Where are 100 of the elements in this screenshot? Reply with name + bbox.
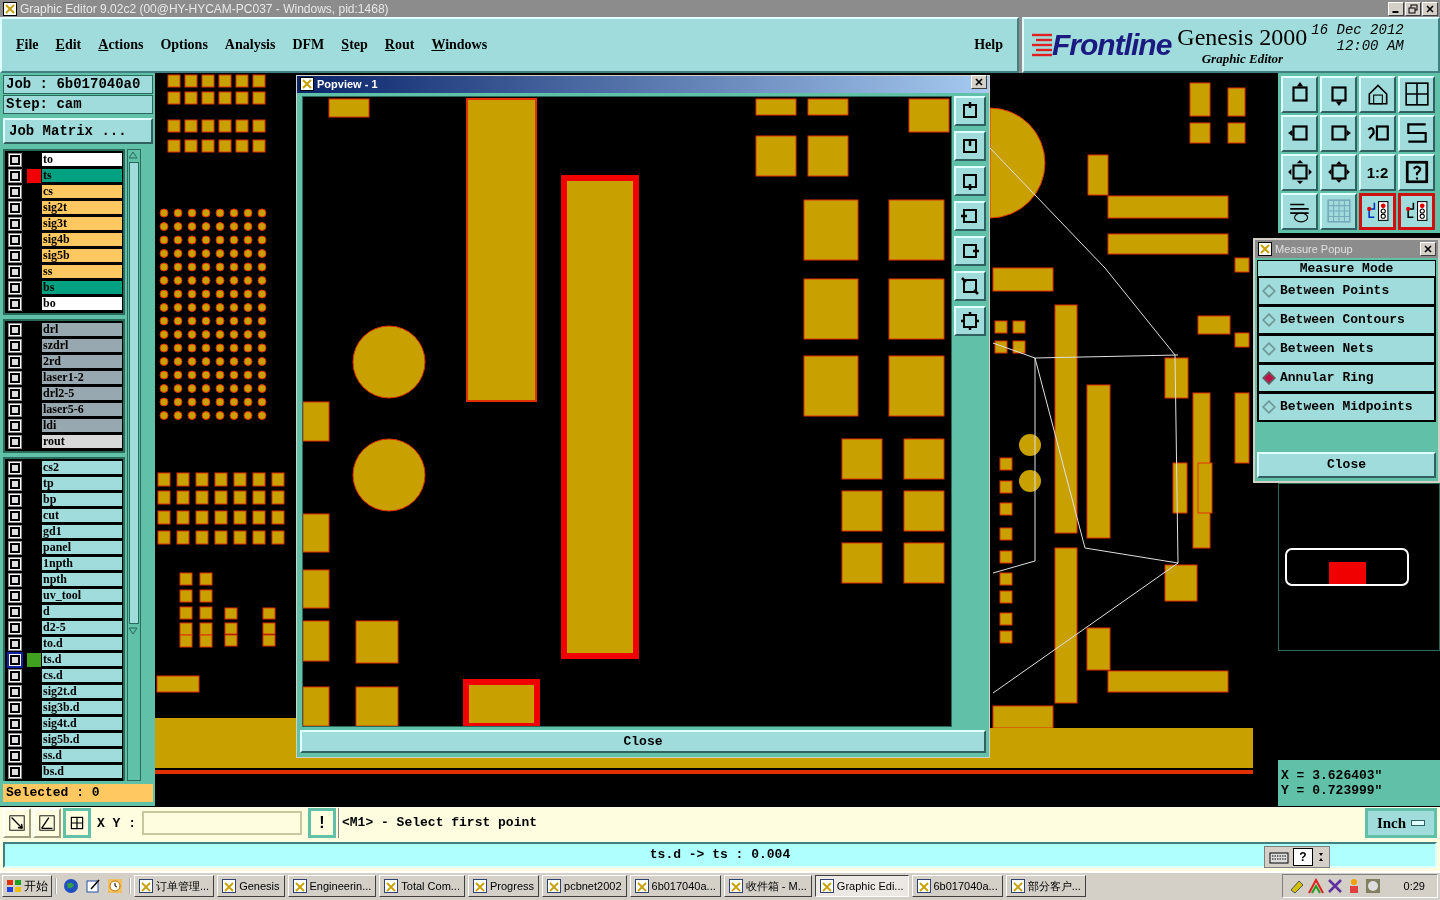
layer-checkbox[interactable] — [9, 153, 21, 166]
measure-mode-option[interactable]: Annular Ring — [1257, 363, 1436, 393]
layer-name[interactable]: sig3b.d — [41, 700, 123, 716]
view-tool-button[interactable] — [954, 165, 986, 196]
view-tool-button[interactable] — [954, 270, 986, 301]
layer-name[interactable]: cs — [41, 184, 123, 200]
layer-checkbox[interactable] — [9, 371, 21, 384]
units-button[interactable]: Inch — [1365, 808, 1437, 839]
layer-checkbox[interactable] — [9, 573, 21, 586]
layer-name[interactable]: sig5b.d — [41, 732, 123, 748]
layer-name[interactable]: ldi — [41, 418, 123, 434]
menu-item[interactable]: Edit — [55, 37, 82, 54]
scrollbar[interactable] — [127, 148, 141, 781]
globe-icon[interactable] — [63, 878, 79, 895]
layer-name[interactable]: ts.d — [41, 652, 123, 668]
layer-name[interactable]: d — [41, 604, 123, 620]
view-tool-button[interactable] — [954, 130, 986, 161]
layer-checkbox[interactable] — [9, 669, 21, 682]
taskbar-button[interactable]: Total Com... — [379, 875, 465, 898]
layer-checkbox[interactable] — [9, 169, 21, 182]
layer-checkbox[interactable] — [9, 185, 21, 198]
layer-name[interactable]: bp — [41, 492, 123, 508]
layer-name[interactable]: 2rd — [41, 354, 123, 370]
cross-icon[interactable] — [1326, 878, 1343, 895]
layer-checkbox[interactable] — [9, 621, 21, 634]
layer-checkbox[interactable] — [9, 557, 21, 570]
menu-item[interactable]: Actions — [98, 37, 144, 54]
help-button[interactable]: ? — [1293, 847, 1313, 866]
clock-icon[interactable] — [1364, 878, 1381, 895]
toolbar-button[interactable] — [1398, 192, 1435, 230]
layer-checkbox[interactable] — [9, 323, 21, 336]
grid-button[interactable] — [63, 808, 91, 839]
taskbar-button[interactable]: 订单管理... — [134, 875, 215, 898]
layer-name[interactable]: sig4t.d — [41, 716, 123, 732]
notepad-icon[interactable] — [85, 878, 101, 895]
minimize-button[interactable] — [1388, 1, 1404, 16]
menu-item[interactable]: Step — [341, 37, 368, 54]
layer-checkbox[interactable] — [9, 685, 21, 698]
layer-name[interactable]: npth — [41, 572, 123, 588]
toolbar-button[interactable] — [1359, 192, 1396, 230]
triangle-icon[interactable] — [1307, 878, 1324, 895]
taskbar-button[interactable]: 6b017040a... — [911, 875, 1003, 898]
layer-checkbox[interactable] — [9, 477, 21, 490]
close-button[interactable] — [1422, 1, 1438, 16]
taskbar-button[interactable]: 6b017040a... — [629, 875, 721, 898]
layer-name[interactable]: tp — [41, 476, 123, 492]
job-matrix-button[interactable]: Job Matrix ... — [3, 117, 153, 144]
layer-name[interactable]: cut — [41, 508, 123, 524]
layer-name[interactable]: cs.d — [41, 668, 123, 684]
layer-name[interactable]: d2-5 — [41, 620, 123, 636]
layer-checkbox[interactable] — [9, 653, 21, 666]
layer-name[interactable]: to — [41, 152, 123, 168]
layer-checkbox[interactable] — [9, 733, 21, 746]
layer-name[interactable]: ts — [41, 168, 123, 184]
view-tool-button[interactable] — [954, 95, 986, 126]
menu-item[interactable]: Rout — [384, 37, 415, 54]
layer-checkbox[interactable] — [9, 435, 21, 448]
taskbar-button[interactable]: Graphic Edi... — [814, 875, 909, 898]
taskbar-button[interactable]: pcbnet2002 — [542, 875, 627, 898]
layer-name[interactable]: sig2t — [41, 200, 123, 216]
measure-mode-option[interactable]: Between Midpoints — [1257, 392, 1436, 422]
layer-name[interactable]: bs.d — [41, 764, 123, 780]
layer-name[interactable]: rout — [41, 434, 123, 450]
layer-checkbox[interactable] — [9, 541, 21, 554]
layer-name[interactable]: 1npth — [41, 556, 123, 572]
menu-item[interactable]: DFM — [292, 37, 325, 54]
measure-mode-option[interactable]: Between Points — [1257, 276, 1436, 306]
layer-name[interactable]: gd1 — [41, 524, 123, 540]
layer-name[interactable]: to.d — [41, 636, 123, 652]
layer-checkbox[interactable] — [9, 701, 21, 714]
layer-checkbox[interactable] — [9, 339, 21, 352]
layer-name[interactable]: sig3t — [41, 216, 123, 232]
layer-checkbox[interactable] — [9, 265, 21, 278]
layer-name[interactable]: drl2-5 — [41, 386, 123, 402]
layer-name[interactable]: sig5b — [41, 248, 123, 264]
clock-icon[interactable] — [107, 878, 123, 895]
layer-name[interactable]: cs2 — [41, 460, 123, 476]
layer-checkbox[interactable] — [9, 525, 21, 538]
start-button[interactable]: 开始 — [2, 875, 52, 898]
layer-name[interactable]: uv_tool — [41, 588, 123, 604]
layer-checkbox[interactable] — [9, 249, 21, 262]
layer-name[interactable]: drl — [41, 322, 123, 338]
layer-name[interactable]: laser5-6 — [41, 402, 123, 418]
measure-mode-option[interactable]: Between Contours — [1257, 305, 1436, 335]
view-tool-button[interactable] — [954, 235, 986, 266]
layer-name[interactable]: ss.d — [41, 748, 123, 764]
layer-checkbox[interactable] — [9, 589, 21, 602]
layer-name[interactable]: ss — [41, 264, 123, 280]
layer-name[interactable]: bs — [41, 280, 123, 296]
layer-name[interactable]: bo — [41, 296, 123, 312]
menu-item[interactable]: Windows — [431, 37, 488, 54]
close-button[interactable]: Close — [1257, 451, 1436, 478]
layer-checkbox[interactable] — [9, 217, 21, 230]
layer-checkbox[interactable] — [9, 509, 21, 522]
layer-checkbox[interactable] — [9, 355, 21, 368]
layer-checkbox[interactable] — [9, 637, 21, 650]
layer-checkbox[interactable] — [9, 493, 21, 506]
layer-name[interactable]: sig4b — [41, 232, 123, 248]
taskbar-button[interactable]: Genesis — [217, 875, 285, 898]
menu-item[interactable]: Options — [160, 37, 208, 54]
